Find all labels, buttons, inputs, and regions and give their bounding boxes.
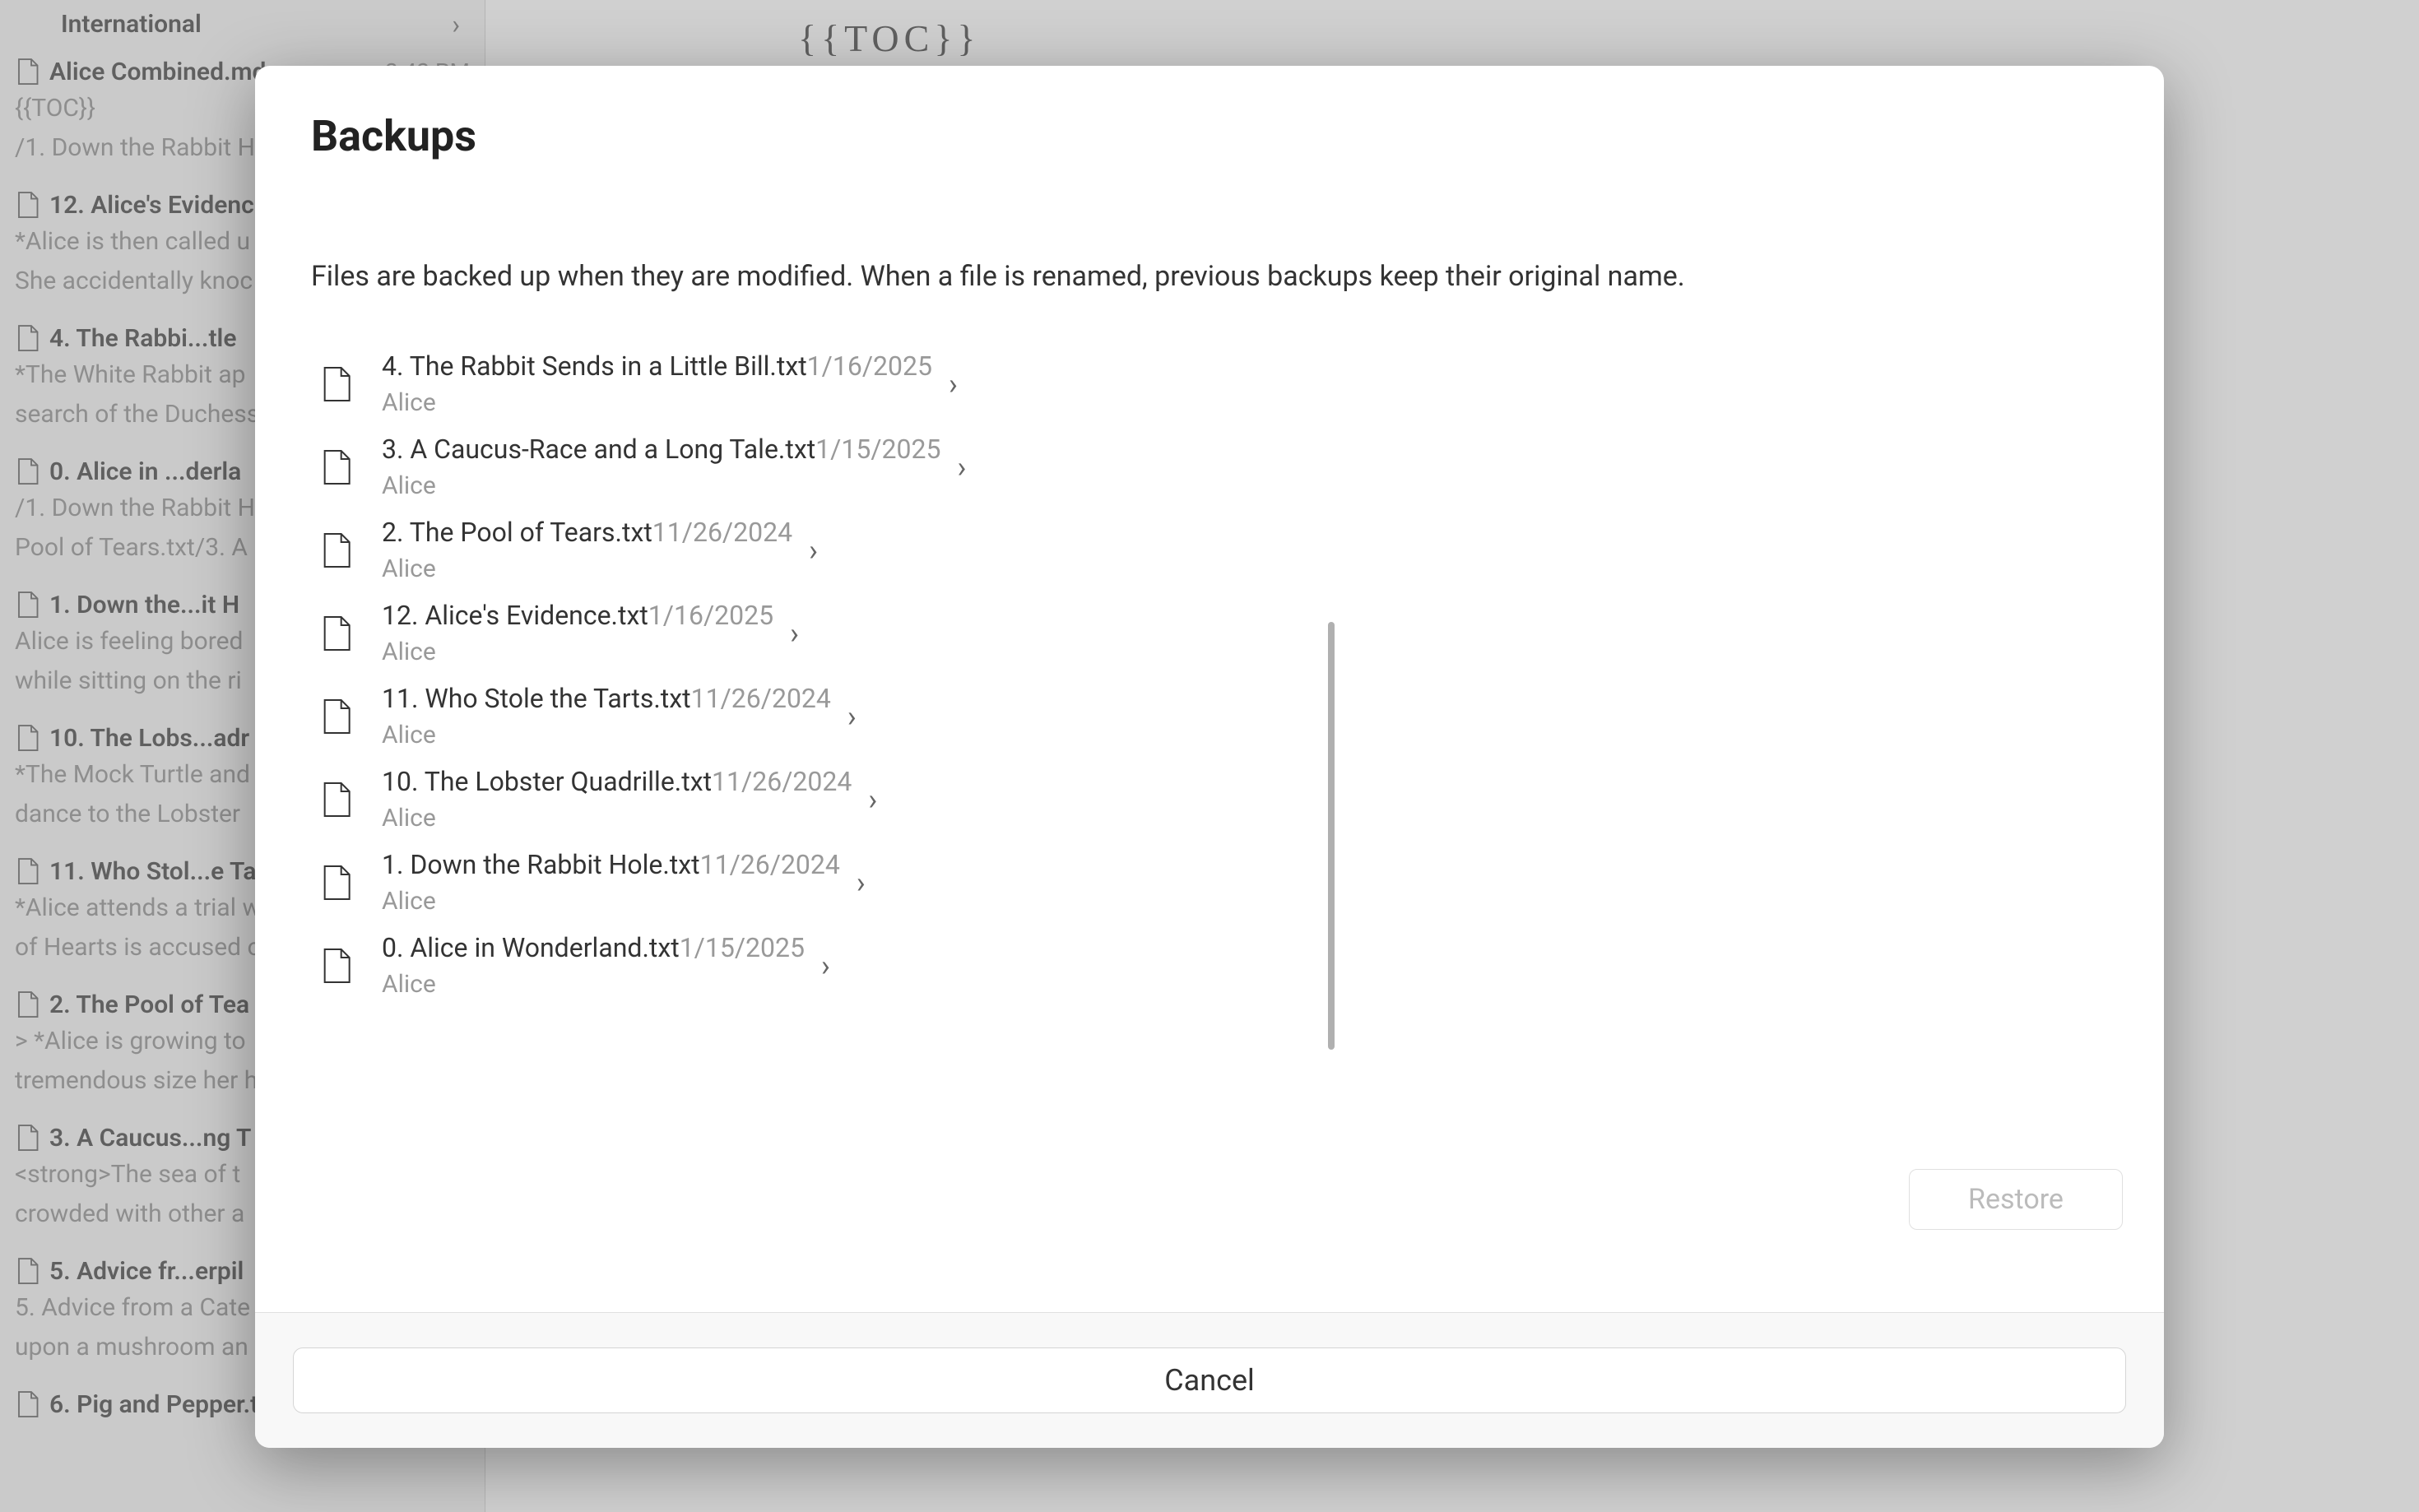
file-icon — [319, 697, 352, 736]
backup-folder: Alice — [382, 638, 773, 666]
backup-date: 11/26/2024 — [712, 766, 852, 797]
backup-row[interactable]: 11. Who Stole the Tarts.txt11/26/2024 Al… — [311, 675, 2108, 758]
backup-filename: 0. Alice in Wonderland.txt — [382, 932, 680, 963]
scrollbar[interactable] — [1328, 622, 1335, 1050]
backup-filename: 1. Down the Rabbit Hole.txt — [382, 849, 700, 880]
backup-filename: 11. Who Stole the Tarts.txt — [382, 683, 691, 714]
restore-button[interactable]: Restore — [1909, 1169, 2123, 1230]
backup-row[interactable]: 0. Alice in Wonderland.txt1/15/2025 Alic… — [311, 924, 2108, 1007]
backup-date: 1/16/2025 — [807, 350, 932, 382]
backups-modal: Backups Files are backed up when they ar… — [255, 66, 2164, 1448]
backup-date: 11/26/2024 — [691, 683, 831, 714]
backup-date: 11/26/2024 — [700, 849, 840, 880]
backup-folder: Alice — [382, 804, 852, 833]
modal-title: Backups — [311, 111, 2108, 161]
backup-filename: 12. Alice's Evidence.txt — [382, 600, 648, 631]
file-icon — [319, 448, 352, 487]
cancel-button[interactable]: Cancel — [293, 1347, 2126, 1413]
chevron-right-icon: › — [957, 450, 966, 485]
restore-button-label: Restore — [1968, 1183, 2064, 1216]
backup-row[interactable]: 3. A Caucus-Race and a Long Tale.txt1/15… — [311, 425, 2108, 508]
backup-date: 1/15/2025 — [815, 434, 940, 465]
chevron-right-icon: › — [949, 367, 958, 401]
file-icon — [319, 780, 352, 819]
chevron-right-icon: › — [790, 616, 799, 651]
chevron-right-icon: › — [809, 533, 818, 568]
backup-row[interactable]: 1. Down the Rabbit Hole.txt11/26/2024 Al… — [311, 841, 2108, 924]
backup-list: 4. The Rabbit Sends in a Little Bill.txt… — [311, 342, 2108, 1007]
modal-body: Files are backed up when they are modifi… — [255, 178, 2164, 1312]
backup-date: 11/26/2024 — [652, 517, 792, 548]
file-icon — [319, 614, 352, 653]
cancel-button-label: Cancel — [1164, 1363, 1255, 1398]
backup-filename: 10. The Lobster Quadrille.txt — [382, 766, 712, 797]
backup-folder: Alice — [382, 970, 805, 999]
file-icon — [319, 531, 352, 570]
backup-folder: Alice — [382, 388, 932, 417]
backup-filename: 4. The Rabbit Sends in a Little Bill.txt — [382, 350, 807, 382]
backup-row[interactable]: 4. The Rabbit Sends in a Little Bill.txt… — [311, 342, 2108, 425]
backup-filename: 2. The Pool of Tears.txt — [382, 517, 652, 548]
file-icon — [319, 364, 352, 404]
backup-folder: Alice — [382, 471, 940, 500]
backup-row[interactable]: 12. Alice's Evidence.txt1/16/2025 Alice … — [311, 591, 2108, 675]
chevron-right-icon: › — [847, 699, 857, 734]
modal-description: Files are backed up when they are modifi… — [311, 260, 2108, 293]
file-icon — [319, 946, 352, 986]
backup-row[interactable]: 10. The Lobster Quadrille.txt11/26/2024 … — [311, 758, 2108, 841]
modal-footer: Cancel — [255, 1312, 2164, 1448]
backup-date: 1/16/2025 — [648, 600, 773, 631]
modal-header: Backups — [255, 66, 2164, 178]
backup-filename: 3. A Caucus-Race and a Long Tale.txt — [382, 434, 815, 465]
backup-date: 1/15/2025 — [680, 932, 805, 963]
chevron-right-icon: › — [821, 948, 830, 983]
backup-folder: Alice — [382, 554, 792, 583]
file-icon — [319, 863, 352, 902]
chevron-right-icon: › — [857, 865, 866, 900]
chevron-right-icon: › — [868, 782, 877, 817]
backup-folder: Alice — [382, 721, 831, 749]
backup-row[interactable]: 2. The Pool of Tears.txt11/26/2024 Alice… — [311, 508, 2108, 591]
backup-folder: Alice — [382, 887, 840, 916]
